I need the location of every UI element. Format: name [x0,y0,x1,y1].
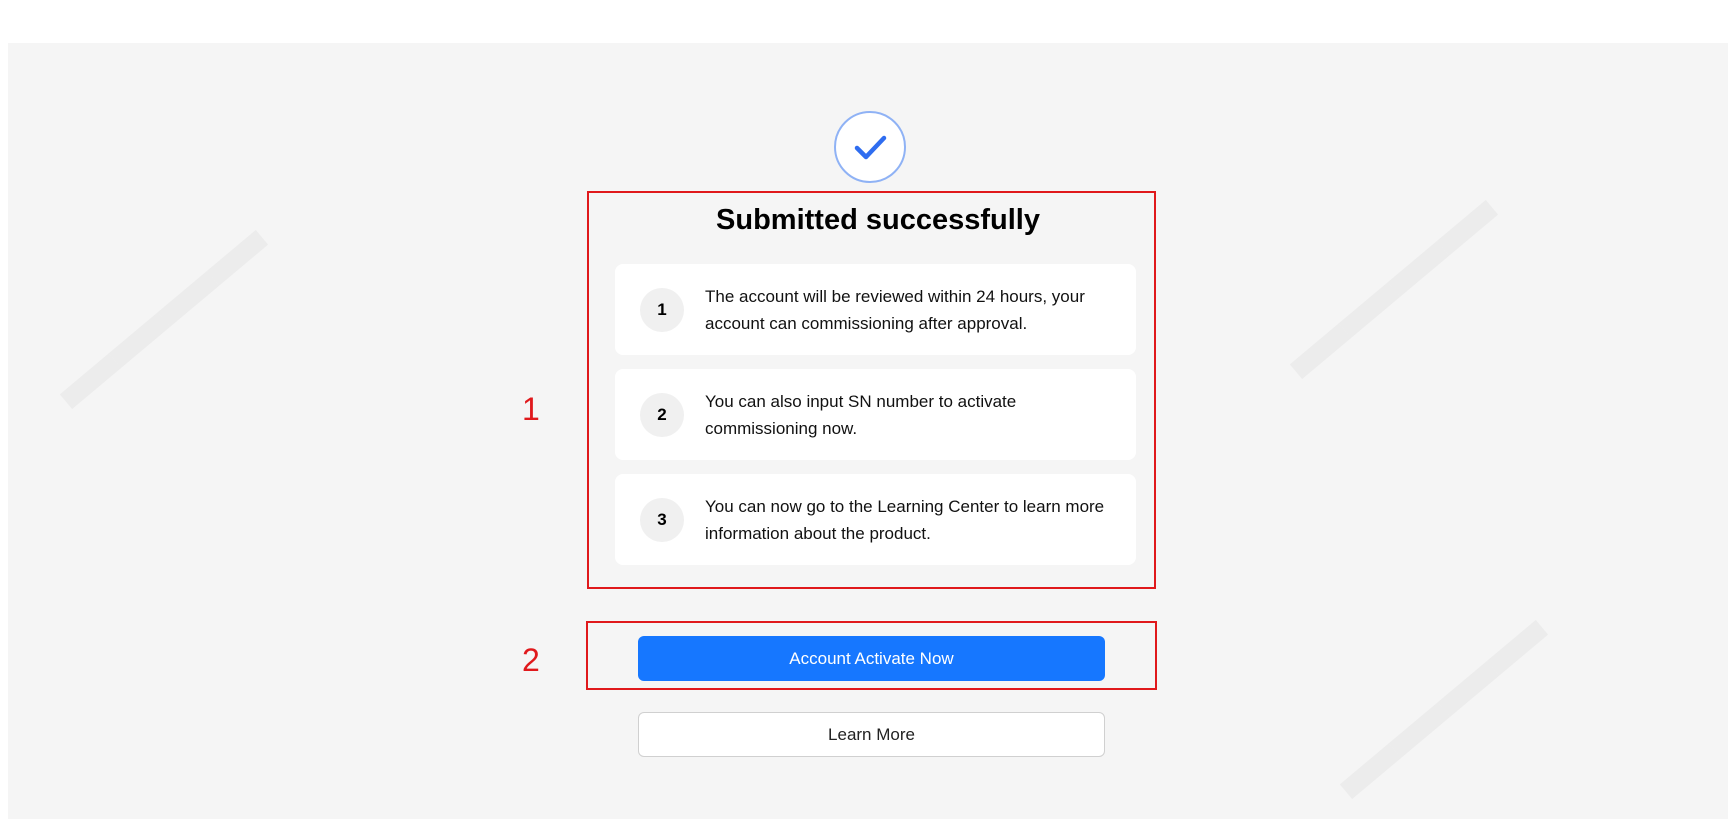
step-text: You can also input SN number to activate… [705,391,1017,438]
annotation-label-1: 1 [522,391,540,427]
watermark: ▬▬▬▬ [1314,589,1558,810]
step-number-badge: 2 [640,392,684,437]
watermark: ▬▬▬▬ [34,199,278,420]
step-card-2: 2 You can also input SN number to activa… [615,369,1136,460]
step-card-1: 1 The account will be reviewed within 24… [615,264,1136,355]
step-number-badge: 1 [640,287,684,332]
checkmark-icon [854,135,887,160]
page-content: ▬▬▬▬ ▬▬▬▬ ▬▬▬▬ 1 Submitted successfully … [8,43,1728,819]
annotation-label-2: 2 [522,642,540,678]
page-title: Submitted successfully [716,204,1040,236]
step-card-3: 3 You can now go to the Learning Center … [615,474,1136,565]
step-text: The account will be reviewed within 24 h… [705,286,1085,333]
learn-more-button[interactable]: Learn More [638,712,1105,757]
success-check-circle [834,111,906,183]
step-text: You can now go to the Learning Center to… [705,496,1105,543]
watermark: ▬▬▬▬ [1264,169,1508,390]
step-number-badge: 3 [640,497,684,542]
account-activate-now-button[interactable]: Account Activate Now [638,636,1105,681]
